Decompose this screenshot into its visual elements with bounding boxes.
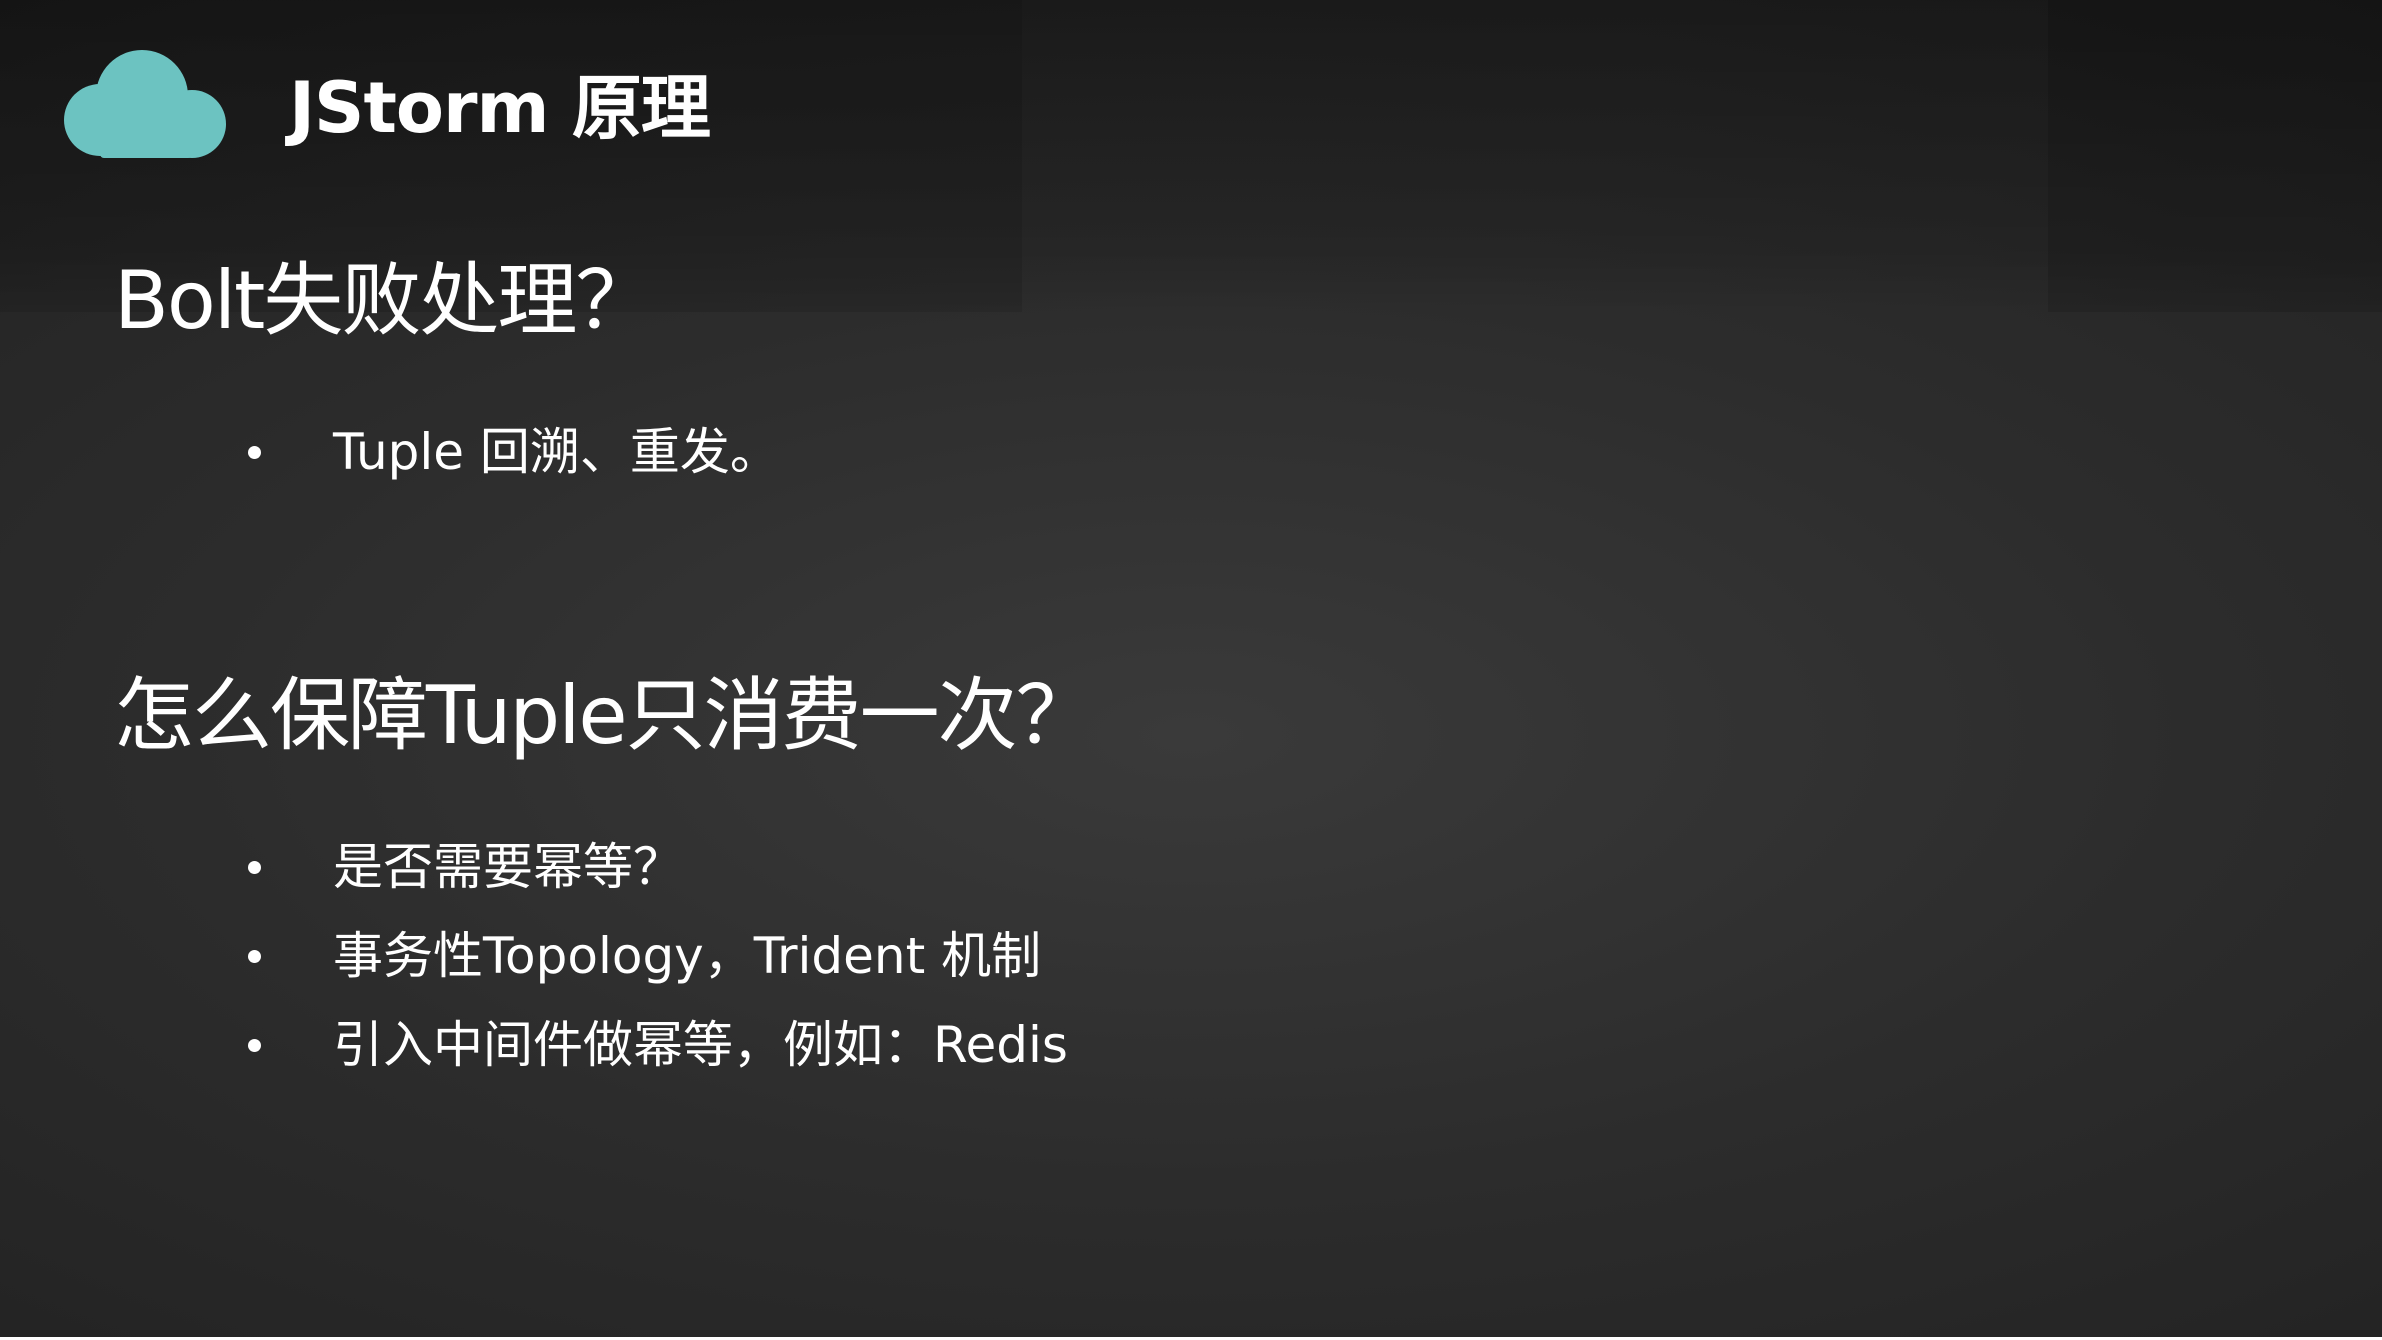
bullet-dot [248,861,261,874]
bullet-dot [248,950,261,963]
cloud-icon [64,50,226,158]
bullet-item: 引入中间件做幂等，例如：Redis [333,1016,1068,1074]
section-heading-bolt-failure: Bolt失败处理？ [114,254,655,347]
bullet-dot [248,446,261,459]
slide: JStorm 原理 Bolt失败处理？ Tuple 回溯、重发。 怎么保障Tup… [0,0,2382,1337]
bullet-dot [248,1039,261,1052]
bullet-item: Tuple 回溯、重发。 [333,423,780,481]
bullet-item: 事务性Topology，Trident 机制 [333,927,1042,985]
header-band-right-panel [2048,0,2382,312]
page-title: JStorm 原理 [289,67,711,149]
bullet-item: 是否需要幂等？ [333,838,683,896]
section-heading-exactly-once: 怎么保障Tuple只消费一次？ [114,669,1096,762]
